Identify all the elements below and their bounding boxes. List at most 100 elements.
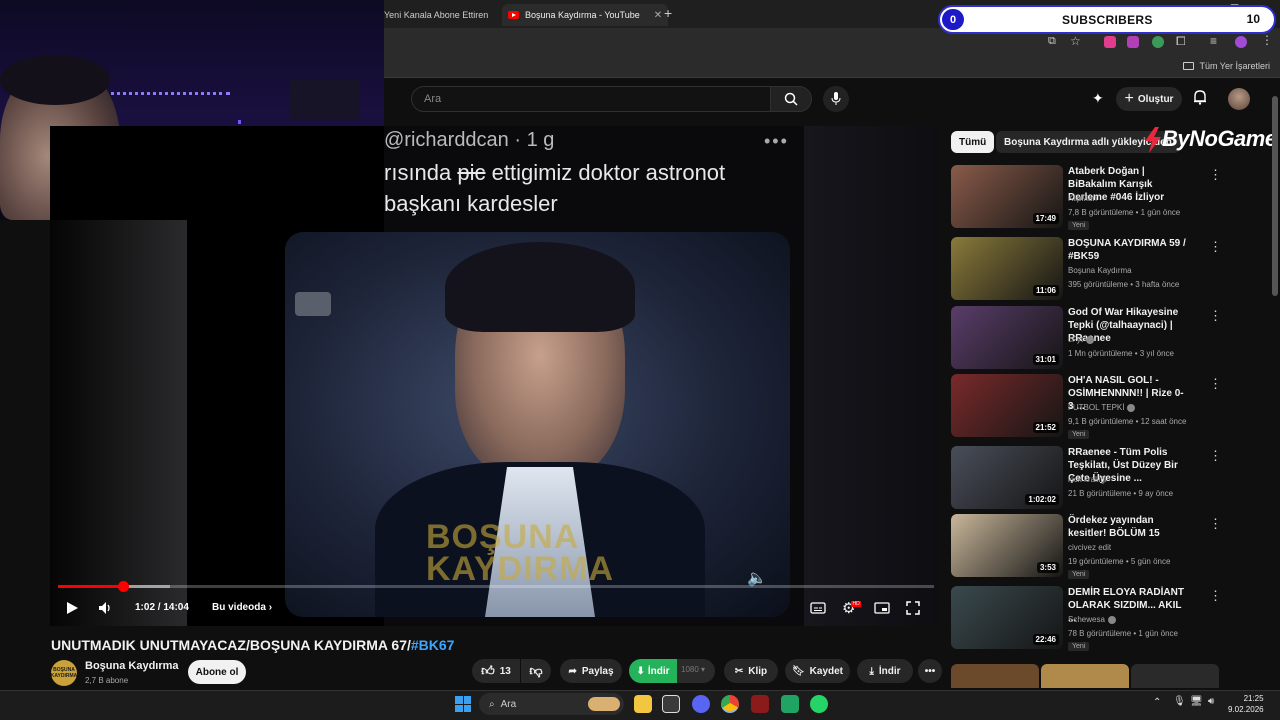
share-button[interactable]: ➦ Paylaş xyxy=(560,659,622,683)
progress-bar[interactable] xyxy=(58,581,934,592)
channel-name[interactable]: KlipMan xyxy=(1068,194,1097,203)
fullscreen-button[interactable] xyxy=(906,599,920,617)
create-button[interactable]: + Oluştur xyxy=(1116,87,1182,111)
bookmark-star-icon[interactable]: ☆ xyxy=(1070,34,1081,48)
save-button[interactable]: 🔖︎ Kaydet xyxy=(785,659,850,683)
start-button[interactable] xyxy=(455,696,471,712)
taskbar-clock[interactable]: 21:25 9.02.2026 xyxy=(1228,693,1264,715)
more-vert-icon[interactable]: ⋮ xyxy=(1209,448,1222,464)
clip-button[interactable]: ✂ Klip xyxy=(724,659,778,683)
video-thumbnail[interactable]: 21:52 xyxy=(951,374,1063,437)
create-label: Oluştur xyxy=(1137,93,1174,105)
more-vert-icon[interactable]: ⋮ xyxy=(1209,239,1222,255)
recommended-video[interactable]: 1:02:02 RRaenee - Tüm Polis Teşkilatı, Üs… xyxy=(951,446,1271,512)
recommended-video[interactable]: 3:53 Ördekez yayından kesitler! BÖLÜM 15 c… xyxy=(951,514,1271,580)
channel-avatar[interactable]: BOŞUNA KAYDIRMA xyxy=(51,660,77,686)
voice-search-button[interactable] xyxy=(823,86,849,112)
more-vert-icon[interactable]: ⋮ xyxy=(1209,167,1222,183)
more-vert-icon[interactable]: ⋮ xyxy=(1209,308,1222,324)
file-explorer-icon[interactable] xyxy=(634,695,652,713)
video-thumbnail[interactable]: 31:01 xyxy=(951,306,1063,369)
bynogame-logo-icon xyxy=(1145,127,1161,153)
recommended-video[interactable]: 11:06 BOŞUNA KAYDIRMA 59 / #BK59 Boşuna Ka… xyxy=(951,237,1271,303)
recommended-video[interactable]: 17:49 Ataberk Doğan | BiBakalım Karışık D… xyxy=(951,165,1271,231)
settings-button[interactable]: ⚙ HD xyxy=(842,599,861,617)
video-thumbnail[interactable]: 22:46 xyxy=(951,586,1063,649)
app-icon[interactable] xyxy=(662,695,680,713)
account-avatar[interactable] xyxy=(1228,88,1250,110)
video-title[interactable]: BOŞUNA KAYDIRMA 59 / #BK59 xyxy=(1068,237,1186,263)
app-icon[interactable] xyxy=(751,695,769,713)
extension-download-button[interactable]: ⬇ İndir 1080 ▾ xyxy=(629,659,715,683)
close-tab-icon[interactable]: ✕ xyxy=(654,10,662,21)
all-bookmarks[interactable]: Tüm Yer İşaretleri xyxy=(1183,61,1270,71)
speaker-icon[interactable]: 🔊︎ xyxy=(1208,696,1214,707)
chrome-icon[interactable] xyxy=(721,695,739,713)
subscribe-button[interactable]: Abone ol xyxy=(188,660,246,684)
more-actions-button[interactable]: ••• xyxy=(918,659,942,683)
partial-thumbnail[interactable] xyxy=(1041,664,1129,688)
partial-thumbnail[interactable] xyxy=(951,664,1039,688)
cast-icon[interactable]: ✦ xyxy=(1092,90,1104,107)
volume-button[interactable] xyxy=(98,599,114,617)
browser-menu-icon[interactable]: ⋮ xyxy=(1261,33,1273,47)
reading-list-icon[interactable]: ≡ xyxy=(1210,34,1217,48)
extensions-puzzle-icon[interactable]: ⧠ xyxy=(1176,34,1186,49)
video-hashtag[interactable]: #BK67 xyxy=(411,637,455,653)
channel-name[interactable]: Boşuna Kaydırma xyxy=(85,660,179,672)
dislike-button[interactable]: 👎︎ xyxy=(521,659,551,683)
clip-label: Klip xyxy=(748,665,768,677)
partial-thumbnail[interactable] xyxy=(1131,664,1219,688)
progress-scrubber[interactable] xyxy=(117,581,129,592)
tab-bosuna-kaydirma[interactable]: Boşuna Kaydırma - YouTube ✕ xyxy=(502,4,669,26)
download-button[interactable]: ⤓ İndir xyxy=(857,659,913,683)
video-thumbnail[interactable]: 17:49 xyxy=(951,165,1063,228)
video-thumbnail[interactable]: 3:53 xyxy=(951,514,1063,577)
channel-name[interactable]: civcivez edit xyxy=(1068,543,1111,552)
search-button[interactable] xyxy=(770,86,812,112)
new-tab-icon[interactable]: + xyxy=(664,5,672,21)
recommended-video[interactable]: 21:52 OH'A NASIL GOL! - OSİMHENNNN!! | Ri… xyxy=(951,374,1271,440)
overlay-caption-line-1: rısında pic ettigimiz doktor astronot xyxy=(384,157,804,188)
video-thumbnail[interactable]: 1:02:02 xyxy=(951,446,1063,509)
page-scrollbar[interactable] xyxy=(1272,96,1278,296)
like-button[interactable]: 👍︎ 13 xyxy=(472,659,520,683)
miniplayer-button[interactable] xyxy=(874,599,890,617)
recommended-video[interactable]: 22:46 DEMİR ELOYA RADİANT OLARAK SIZDIM..… xyxy=(951,586,1271,652)
play-button[interactable] xyxy=(65,599,79,617)
extension-icon[interactable] xyxy=(1104,36,1116,48)
chip-all[interactable]: Tümü xyxy=(951,131,995,153)
microphone-tray-icon[interactable]: 🎙︎ xyxy=(1173,696,1186,707)
channel-name[interactable]: Schewesa xyxy=(1068,615,1116,624)
install-app-icon[interactable]: ⧉ xyxy=(1048,35,1056,48)
channel-name[interactable]: Boşuna Kaydırma xyxy=(1068,266,1132,275)
tab-abone-ettiren[interactable]: Yeni Kanala Abone Ettiren ✕ xyxy=(378,4,517,26)
save-label: Kaydet xyxy=(809,665,844,677)
more-vert-icon[interactable]: ⋮ xyxy=(1209,588,1222,604)
tray-chevron-icon[interactable]: ⌃ xyxy=(1153,697,1161,708)
quality-select[interactable]: 1080 ▾ xyxy=(681,665,705,674)
channel-name[interactable]: kick kralliği xyxy=(1068,475,1107,484)
subtitles-button[interactable] xyxy=(810,599,826,617)
more-vert-icon[interactable]: ⋮ xyxy=(1209,376,1222,392)
channel-name[interactable]: FUTBOL TEPKİ xyxy=(1068,403,1136,412)
video-watermark: BOŞUNA KAYDIRMA xyxy=(426,518,615,588)
whatsapp-icon[interactable] xyxy=(810,695,828,713)
profile-avatar-icon[interactable] xyxy=(1235,36,1247,48)
video-thumbnail[interactable]: 11:06 xyxy=(951,237,1063,300)
channel-name[interactable]: cFyt xyxy=(1068,335,1095,344)
video-title[interactable]: Ördekez yayından kesitler! BÖLÜM 15 xyxy=(1068,514,1186,540)
recommended-video[interactable]: 31:01 God Of War Hikayesine Tepki (@talha… xyxy=(951,306,1271,372)
notifications-button[interactable] xyxy=(1193,89,1207,110)
more-vert-icon[interactable]: ⋮ xyxy=(1209,516,1222,532)
taskbar-search[interactable]: ⌕ Ara xyxy=(479,693,624,715)
extension-download-main[interactable]: ⬇ İndir xyxy=(629,659,677,683)
search-input[interactable]: Ara xyxy=(411,86,771,112)
discord-icon[interactable] xyxy=(692,695,710,713)
network-icon[interactable]: 🖥︎ xyxy=(1190,696,1203,707)
app-icon[interactable] xyxy=(781,695,799,713)
chapter-button[interactable]: Bu videoda › xyxy=(212,602,272,613)
extension-icon[interactable] xyxy=(1152,36,1164,48)
chapter-label: Bu videoda xyxy=(212,602,266,613)
extension-icon[interactable] xyxy=(1127,36,1139,48)
